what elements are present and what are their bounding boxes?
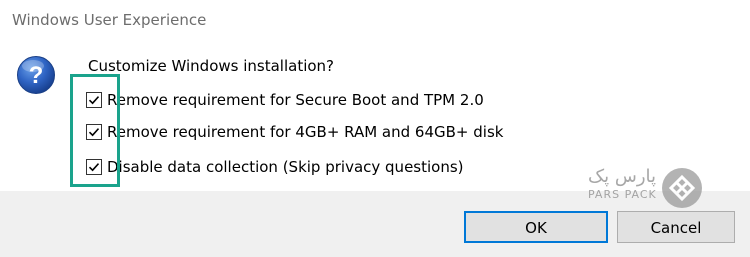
question-icon: ?	[16, 55, 56, 95]
parspack-logo-icon	[662, 168, 702, 208]
watermark-arabic-text: پارس پک	[588, 166, 657, 187]
option-label-data-collection: Disable data collection (Skip privacy qu…	[107, 158, 464, 176]
checkbox-ram-disk[interactable]	[86, 124, 102, 140]
dialog-window: Windows User Experience ? Customize Wind…	[0, 0, 750, 257]
option-label-secure-boot-tpm: Remove requirement for Secure Boot and T…	[107, 91, 484, 109]
title-bar[interactable]: Windows User Experience	[0, 0, 750, 40]
ok-button[interactable]: OK	[464, 211, 608, 243]
svg-text:?: ?	[29, 62, 44, 89]
window-title: Windows User Experience	[12, 11, 207, 29]
watermark-latin-text: PARS PACK	[588, 188, 657, 201]
cancel-button[interactable]: Cancel	[617, 211, 735, 243]
parspack-watermark: پارس پک PARS PACK	[588, 166, 710, 214]
checkmark-icon	[88, 128, 100, 137]
checkmark-icon	[88, 163, 100, 172]
checkbox-data-collection[interactable]	[86, 159, 102, 175]
checkmark-icon	[88, 96, 100, 105]
question-label: Customize Windows installation?	[88, 57, 335, 75]
checkbox-secure-boot-tpm[interactable]	[86, 92, 102, 108]
option-label-ram-disk: Remove requirement for 4GB+ RAM and 64GB…	[107, 123, 504, 141]
